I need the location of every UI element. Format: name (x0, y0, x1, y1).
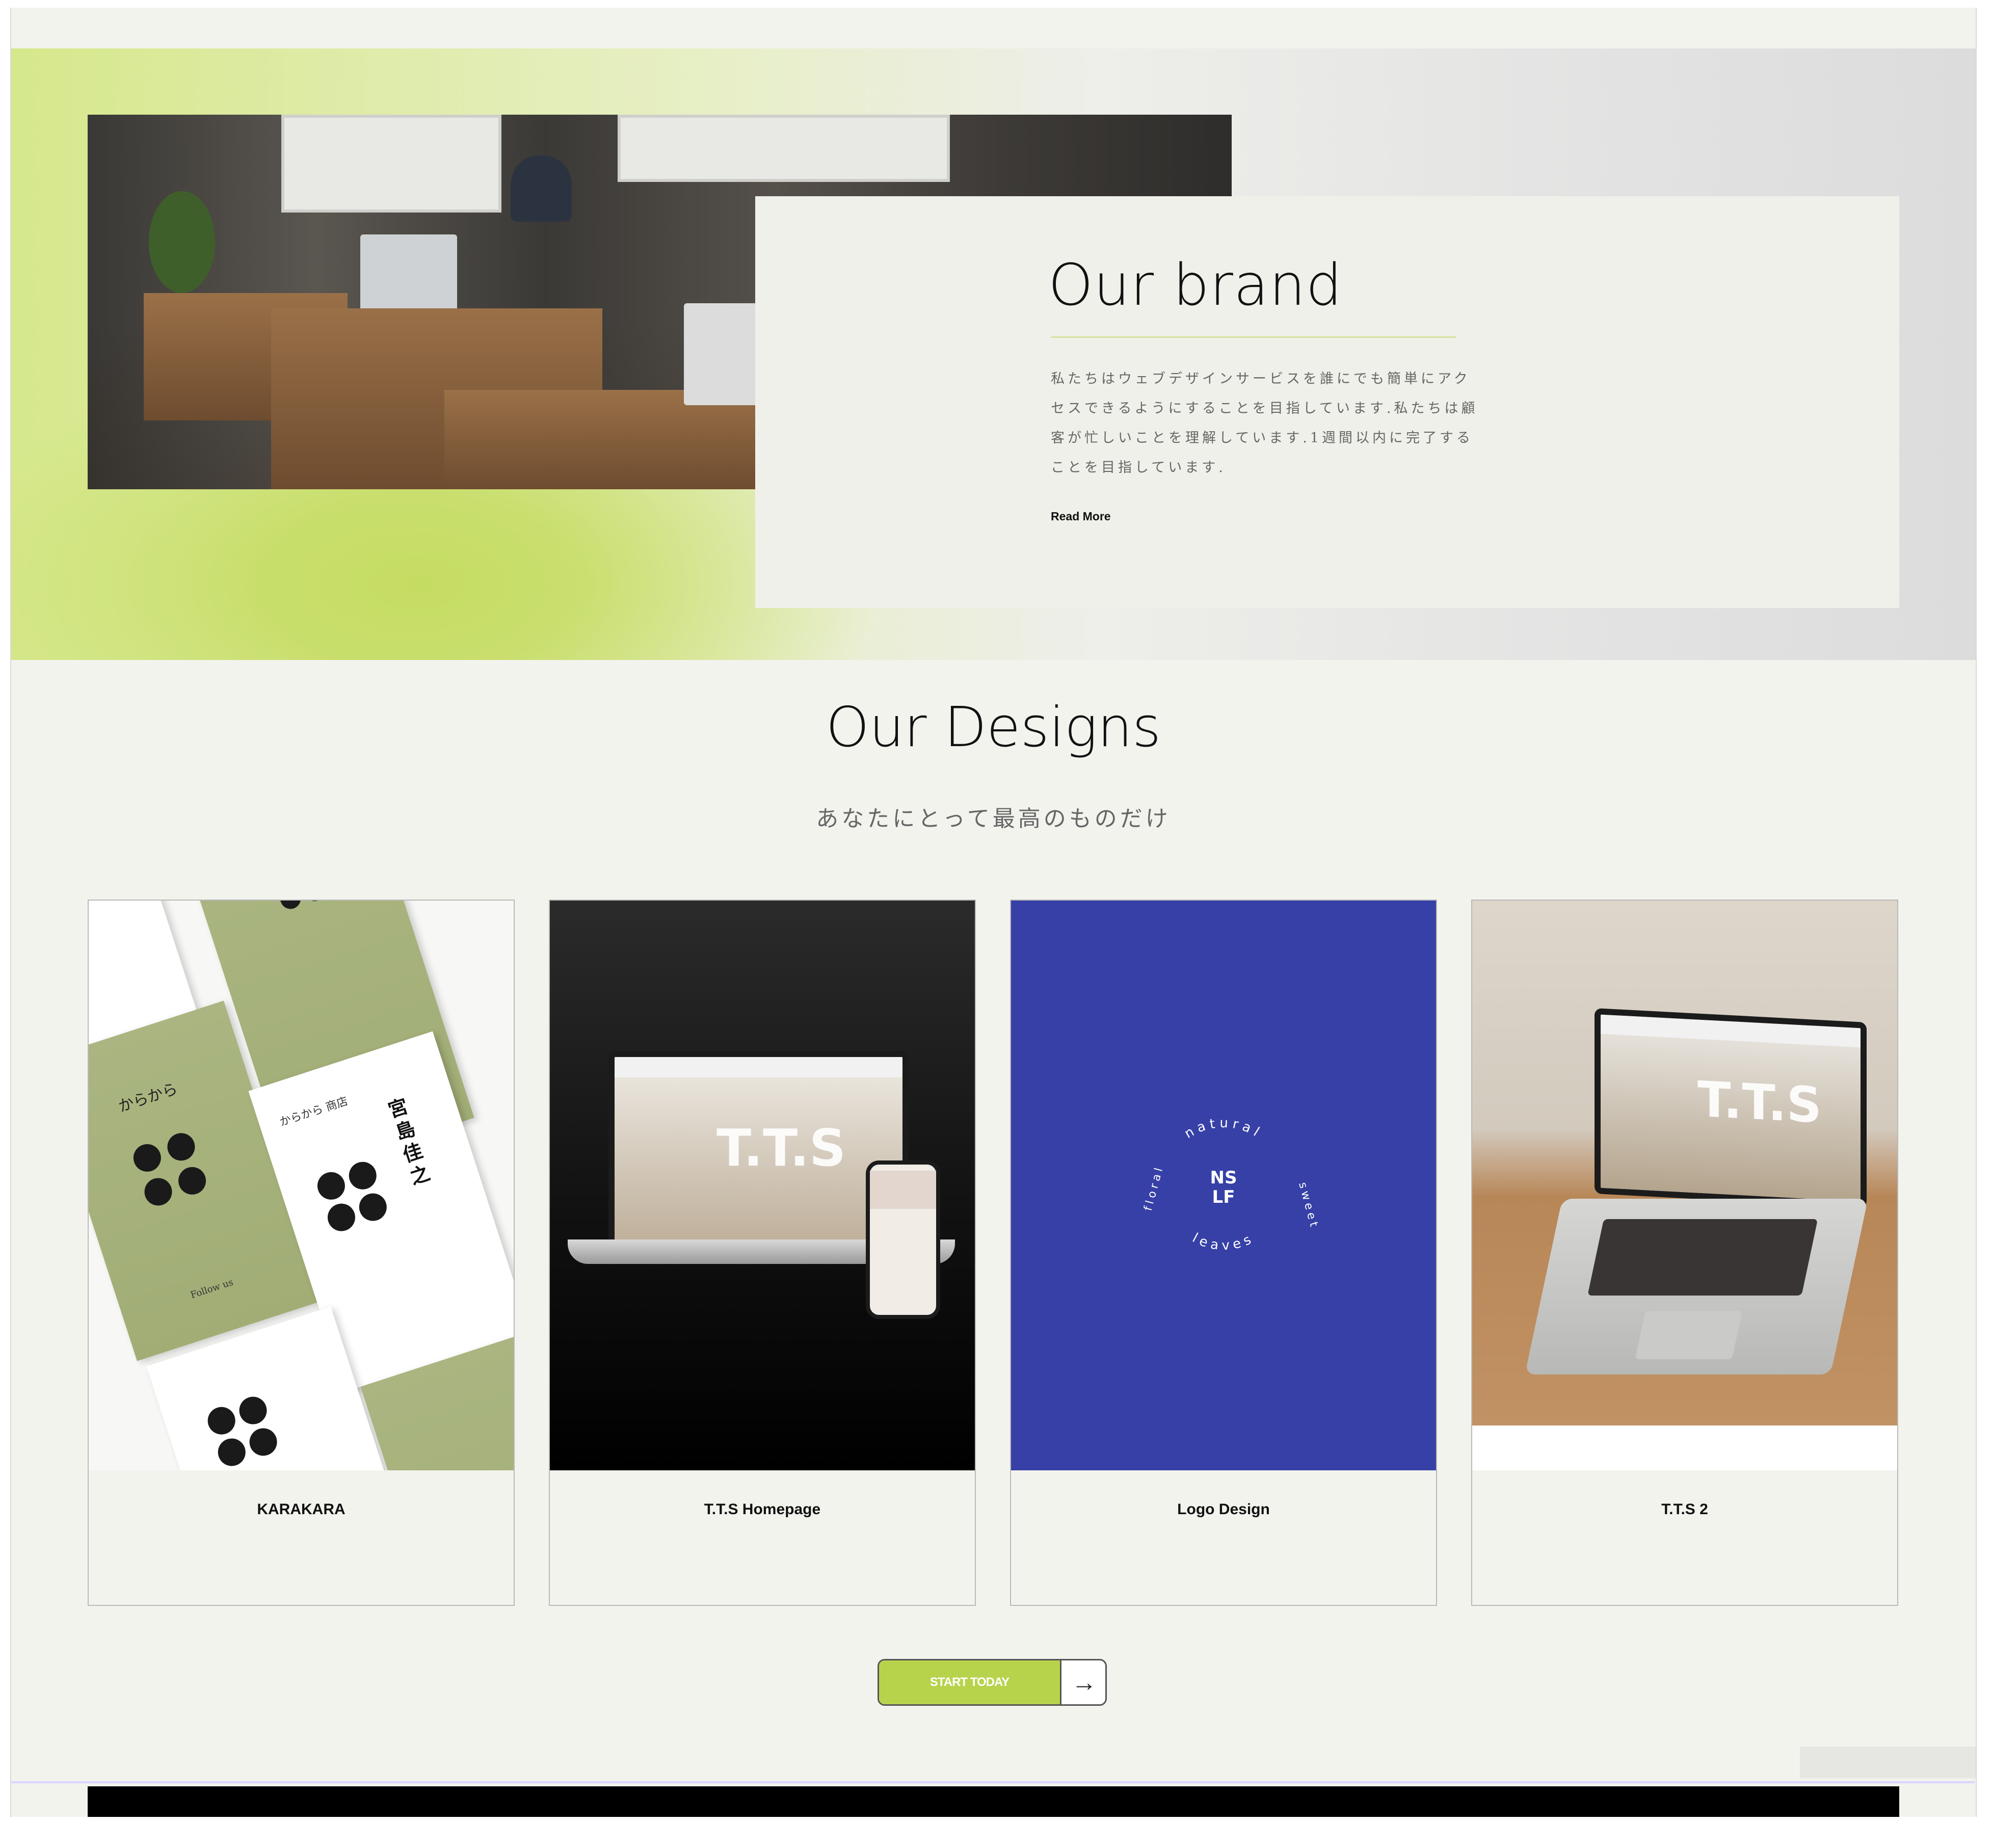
read-more-link[interactable]: Read More (1051, 510, 1111, 523)
corner-widget (1800, 1747, 1976, 1778)
photo-plant (149, 191, 215, 293)
phone-hero (870, 1171, 936, 1209)
follow-text: Follow us (189, 1277, 235, 1301)
design-card-tts-homepage[interactable]: T.T.S T.T.S Homepage (549, 900, 976, 1606)
logo-dot (313, 1168, 349, 1203)
logo-dot (277, 901, 304, 912)
logo-dot (355, 1190, 390, 1225)
page: Our brand 私たちはウェブデザインサービスを誰にでも簡単にアクセスできる… (10, 8, 1977, 1817)
card-label: KARAKARA (257, 1501, 346, 1518)
logo-dot (214, 1435, 249, 1470)
ring-text-right: sweet (1296, 1181, 1321, 1231)
logo-dot (302, 901, 328, 904)
logo-mark-bottom: LF (1212, 1187, 1235, 1207)
logo-design-image: natural leaves sweet floral NS LF (1011, 901, 1436, 1470)
card-label: Logo Design (1177, 1501, 1270, 1518)
card-name-text: 宮島 佳之 (385, 1094, 433, 1189)
tts-logo: T.T.S (716, 1118, 846, 1178)
logo-dot (246, 1424, 281, 1460)
logo-dot (175, 1163, 210, 1198)
laptop-body (1525, 1199, 1868, 1375)
ring-text-top: natural (1182, 1116, 1261, 1142)
card-label: T.T.S Homepage (704, 1501, 821, 1518)
logo-mark-top: NS (1210, 1168, 1237, 1188)
tts-2-image: T.T.S (1472, 901, 1897, 1470)
brand-card: Our brand 私たちはウェブデザインサービスを誰にでも簡単にアクセスできる… (755, 196, 1899, 608)
arrow-right-icon: → (1060, 1660, 1105, 1704)
design-card-tts-2[interactable]: T.T.S T.T.S 2 (1471, 900, 1898, 1606)
footer-band (88, 1786, 1899, 1817)
card-label: T.T.S 2 (1661, 1501, 1708, 1518)
site-nav-bar (615, 1057, 902, 1077)
card-company-text: からから 商店 (278, 1095, 350, 1129)
designs-title: Our Designs (826, 696, 1161, 759)
brand-description: 私たちはウェブデザインサービスを誰にでも簡単にアクセスできるようにすることを目指… (1051, 371, 1478, 476)
tts-homepage-image: T.T.S (550, 901, 975, 1470)
phone-mockup (866, 1160, 940, 1319)
image-bottom-strip (1472, 1425, 1897, 1470)
laptop-screen: T.T.S (1595, 1008, 1867, 1208)
karakara-image: からから Follow us からから 商店 宮島 佳之 (89, 901, 514, 1470)
brand-divider (1051, 336, 1456, 338)
svg-text:leaves: leaves (1190, 1230, 1257, 1253)
logo-dot (345, 1158, 380, 1193)
logo-dot (141, 1174, 176, 1209)
tts-logo: T.T.S (1697, 1070, 1822, 1134)
design-card-logo-design[interactable]: natural leaves sweet floral NS LF Logo D… (1010, 900, 1437, 1606)
designs-subtitle: あなたにとって最高のものだけ (816, 806, 1171, 832)
start-today-label: START TODAY (879, 1660, 1060, 1704)
brand-title: Our brand (1048, 252, 1343, 319)
laptop-screen: T.T.S (608, 1051, 909, 1247)
brand-section: Our brand 私たちはウェブデザインサービスを誰にでも簡単にアクセスできる… (11, 48, 1976, 660)
logo-dot (204, 1403, 239, 1438)
logo-dot (324, 1200, 359, 1235)
ring-text-left: floral (1142, 1164, 1166, 1212)
nslf-logo: natural leaves sweet floral NS LF (1142, 1116, 1321, 1254)
ring-text-bottom: leaves (1190, 1230, 1253, 1253)
laptop-trackpad (1635, 1311, 1742, 1359)
photo-window (281, 115, 501, 213)
design-cards: からから Follow us からから 商店 宮島 佳之 KARAKARA T.… (88, 900, 1899, 1608)
card-brand-text: からから (116, 1079, 180, 1116)
start-today-button[interactable]: START TODAY → (878, 1659, 1107, 1706)
logo-dot (164, 1129, 199, 1165)
page-bottom-edge (10, 1781, 1975, 1783)
laptop-keyboard (1587, 1219, 1818, 1296)
svg-text:natural: natural (1182, 1116, 1265, 1142)
design-card-karakara[interactable]: からから Follow us からから 商店 宮島 佳之 KARAKARA (88, 900, 515, 1606)
logo-dot (129, 1140, 165, 1175)
photo-office-chair (511, 155, 572, 222)
logo-dot (235, 1393, 271, 1428)
photo-window (618, 115, 950, 182)
